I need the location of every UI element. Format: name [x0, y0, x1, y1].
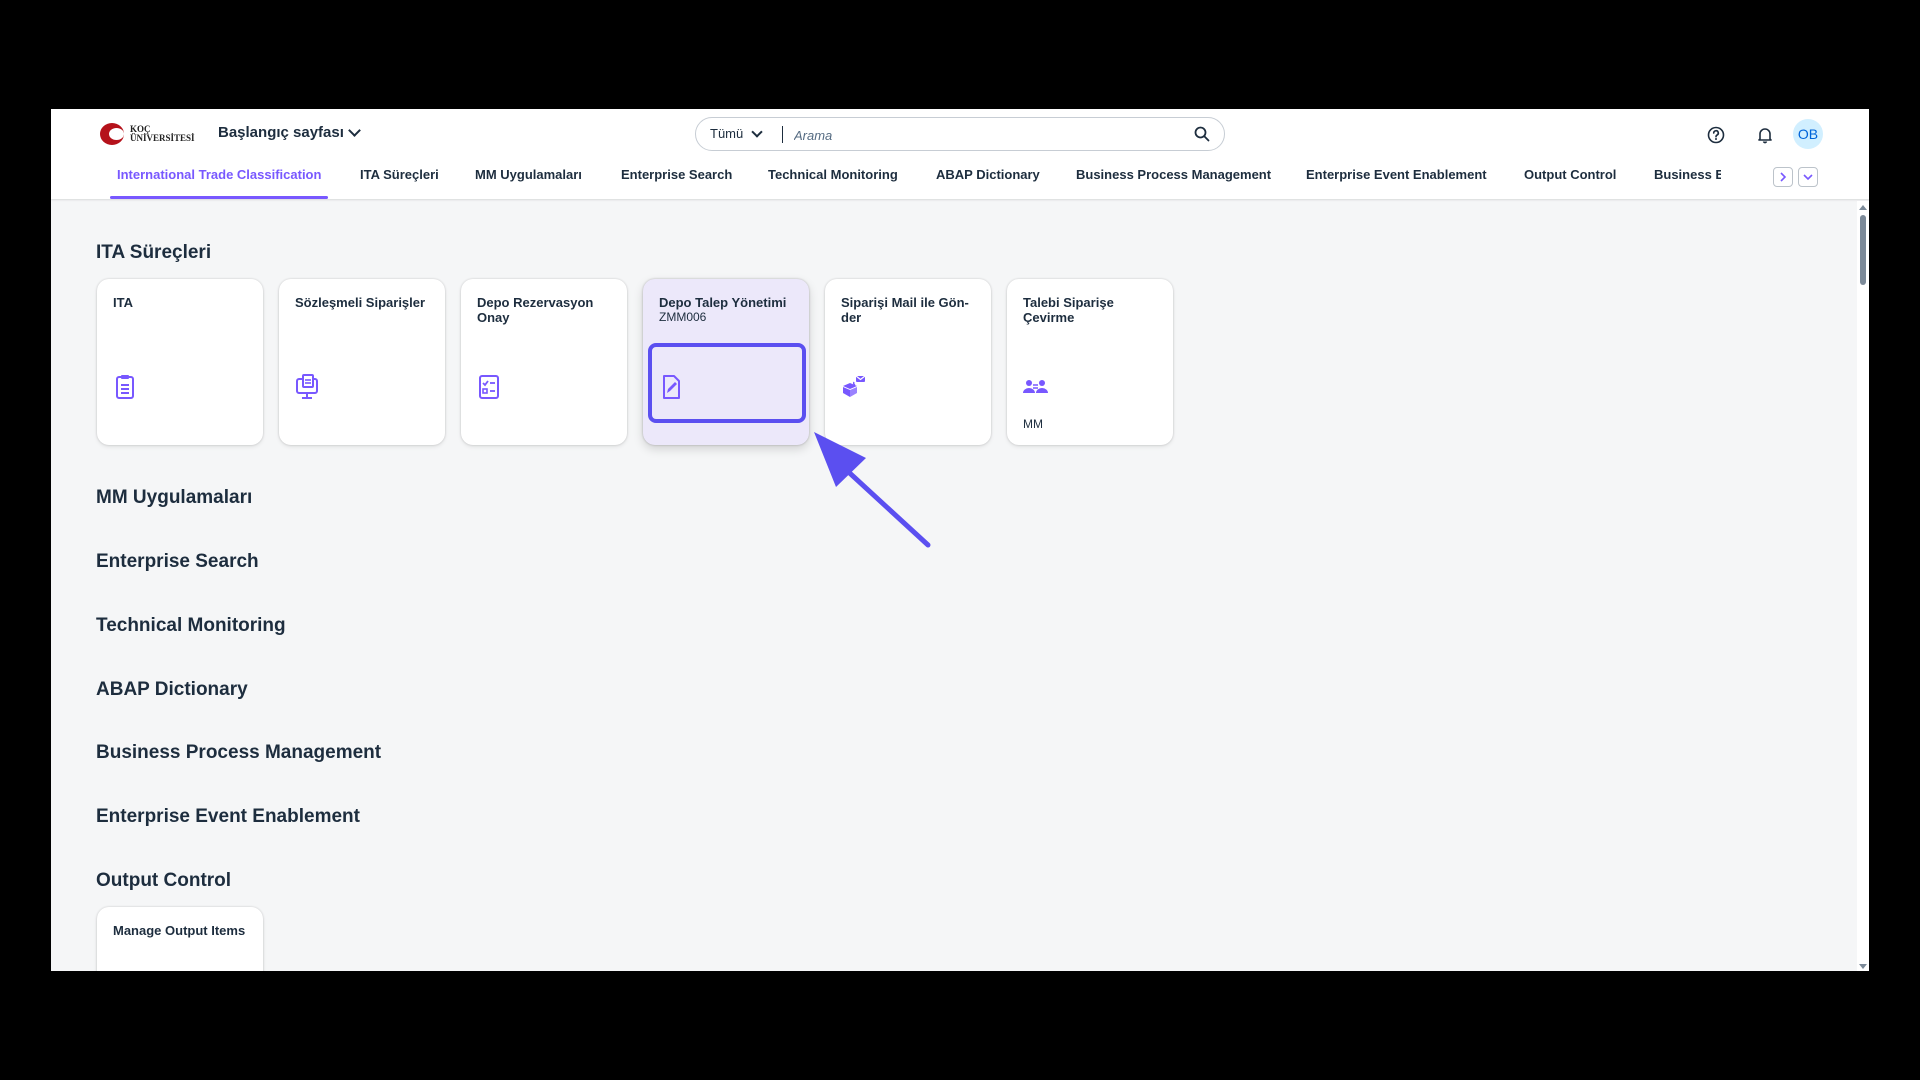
tab-enterprise-event-enablement[interactable]: Enterprise Event Enablement — [1306, 155, 1487, 199]
tab-business-process-management[interactable]: Business Process Management — [1076, 155, 1271, 199]
tile-title: Siparişi Mail ile Gön-der — [841, 295, 969, 325]
tab-overflow-clip: Business Event Ha — [1651, 155, 1721, 199]
tile-depo-rezervasyon-onay[interactable]: Depo Rezervasyon Onay — [461, 279, 627, 445]
tab-abap-dictionary[interactable]: ABAP Dictionary — [936, 155, 1040, 199]
search-scope-select[interactable]: Tümü — [710, 125, 763, 141]
user-avatar[interactable]: OB — [1793, 119, 1823, 149]
help-icon[interactable] — [1705, 124, 1727, 146]
tab-scroll-right-button[interactable] — [1773, 167, 1793, 187]
tab-business-event-handling[interactable]: Business Event Ha — [1654, 155, 1721, 199]
tile-title: ITA — [113, 295, 133, 310]
tile-sozlesmeli-siparisler[interactable]: Sözleşmeli Siparişler — [279, 279, 445, 445]
shell-bar: KOÇ ÜNİVERSİTESİ Başlangıç sayfası Tümü — [51, 109, 1869, 199]
tile-title: Depo Rezervasyon Onay — [477, 295, 594, 325]
users-transfer-icon — [1023, 380, 1048, 393]
chevron-down-icon — [1803, 174, 1813, 181]
section-title-enterprise-search: Enterprise Search — [96, 551, 259, 572]
launchpad-window: KOÇ ÜNİVERSİTESİ Başlangıç sayfası Tümü — [51, 109, 1869, 971]
home-page-menu[interactable]: Başlangıç sayfası — [218, 124, 361, 141]
tile-manage-output-items[interactable]: Manage Output Items — [97, 907, 263, 971]
tile-title: Sözleşmeli Siparişler — [295, 295, 426, 310]
section-title-output-control: Output Control — [96, 870, 232, 891]
tile-footer: MM — [1023, 417, 1043, 431]
tile-subtitle: ZMM006 — [659, 310, 707, 324]
tile-title: Talebi Siparişe Çevirme — [1023, 295, 1114, 325]
section-title-technical-monitoring: Technical Monitoring — [96, 615, 286, 636]
tile-title: Depo Talep Yönetimi — [659, 295, 787, 310]
tab-enterprise-search[interactable]: Enterprise Search — [621, 155, 732, 199]
section-title-abap-dictionary: ABAP Dictionary — [96, 679, 248, 700]
monitor-document-icon — [296, 374, 318, 399]
tab-technical-monitoring[interactable]: Technical Monitoring — [768, 155, 898, 199]
search-separator — [782, 126, 783, 143]
tab-mm-uygulamalari[interactable]: MM Uygulamaları — [475, 155, 582, 199]
section-title-enterprise-event-enablement: Enterprise Event Enablement — [96, 806, 360, 827]
box-mail-icon — [843, 375, 866, 397]
home-page-label: Başlangıç sayfası — [218, 124, 344, 141]
search-scope-label: Tümü — [710, 126, 744, 141]
anchor-tab-bar: International Trade Classification ITA S… — [51, 155, 1869, 199]
section-title-business-process-management: Business Process Management — [96, 742, 382, 763]
logo-mark-icon — [100, 123, 124, 145]
chevron-down-icon — [751, 125, 763, 138]
section-title-ita: ITA Süreçleri — [96, 242, 212, 263]
company-logo[interactable]: KOÇ ÜNİVERSİTESİ — [100, 123, 195, 145]
tile-depo-talep-yonetimi[interactable]: Depo Talep Yönetimi ZMM006 — [643, 279, 809, 445]
search-icon[interactable] — [1194, 126, 1210, 142]
search-input[interactable] — [792, 124, 1176, 146]
tile-talebi-siparise-cevirme[interactable]: Talebi Siparişe Çevirme MM — [1007, 279, 1173, 445]
chevron-down-icon — [348, 124, 361, 137]
logo-line-2: ÜNİVERSİTESİ — [130, 133, 195, 143]
tile-title: Manage Output Items — [113, 923, 246, 938]
scroll-up-arrow-icon[interactable] — [1857, 203, 1869, 213]
bell-icon[interactable] — [1754, 124, 1776, 146]
section-title-mm: MM Uygulamaları — [96, 487, 253, 508]
edit-document-icon — [663, 375, 680, 399]
checklist-icon — [479, 375, 499, 399]
clipboard-list-icon — [116, 375, 134, 399]
tab-ita-surecleri[interactable]: ITA Süreçleri — [360, 155, 439, 199]
tile-ita[interactable]: ITA — [97, 279, 263, 445]
tab-overflow-menu-button[interactable] — [1798, 167, 1818, 187]
tile-siparisi-mail-ile-gonder[interactable]: Siparişi Mail ile Gön-der — [825, 279, 991, 445]
scrollbar-thumb[interactable] — [1860, 215, 1866, 285]
chevron-right-icon — [1780, 172, 1787, 182]
page-scrollbar[interactable] — [1857, 201, 1869, 971]
tab-output-control[interactable]: Output Control — [1524, 155, 1616, 199]
scroll-down-arrow-icon[interactable] — [1857, 961, 1869, 971]
tab-international-trade-classification[interactable]: International Trade Classification — [109, 155, 329, 199]
search-bar: Tümü — [695, 117, 1225, 151]
